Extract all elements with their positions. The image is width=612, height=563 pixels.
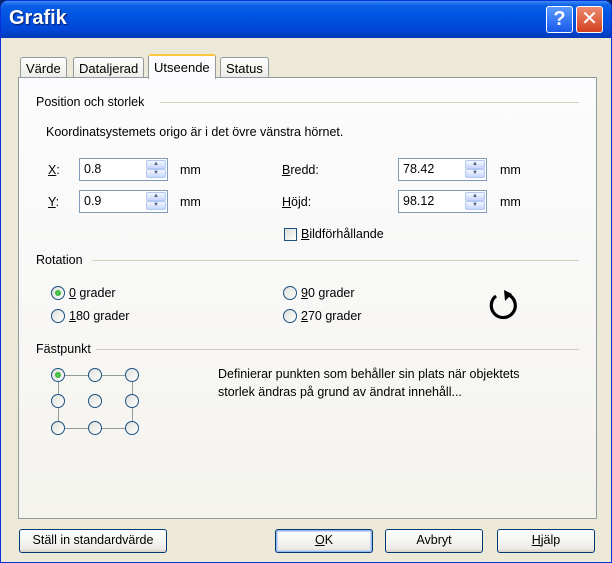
anchor-top-left[interactable]	[51, 368, 65, 382]
height-unit: mm	[500, 195, 521, 209]
rotation-90-radio[interactable]	[283, 286, 297, 300]
x-label: X:	[48, 163, 60, 177]
width-spinner[interactable]: 78.42 ▲ ▼	[398, 158, 487, 181]
x-unit: mm	[180, 163, 201, 177]
anchor-middle-right[interactable]	[125, 394, 139, 408]
tab-utseende[interactable]: Utseende	[148, 54, 216, 79]
help-title-button[interactable]: ?	[546, 6, 573, 33]
origin-note: Koordinatsystemets origo är i det övre v…	[46, 125, 344, 139]
spin-up-icon[interactable]: ▲	[465, 160, 485, 169]
window-title: Grafik	[9, 7, 67, 29]
y-unit: mm	[180, 195, 201, 209]
cancel-button[interactable]: Avbryt	[385, 529, 483, 553]
dialog-window: Grafik ? ✕ Värde Dataljerad Utseende Sta…	[0, 0, 612, 563]
anchor-bottom-left[interactable]	[51, 421, 65, 435]
section-divider	[160, 102, 579, 103]
tab-varde[interactable]: Värde	[20, 57, 67, 78]
tab-label: Status	[226, 61, 263, 76]
width-value: 78.42	[403, 162, 435, 176]
tab-label: Värde	[26, 61, 61, 76]
position-section-label: Position och storlek	[36, 95, 145, 109]
rotation-section-label: Rotation	[36, 253, 83, 267]
width-label: Bredd:	[282, 163, 319, 177]
button-label: Ställ in standardvärde	[32, 533, 154, 547]
height-value: 98.12	[403, 194, 435, 208]
anchor-middle-left[interactable]	[51, 394, 65, 408]
rotation-180-label[interactable]: 180 grader	[69, 309, 129, 323]
ok-button[interactable]: OK	[275, 529, 373, 553]
y-spinner[interactable]: 0.9 ▲ ▼	[79, 190, 168, 213]
anchor-bottom-center[interactable]	[88, 421, 102, 435]
spin-down-icon[interactable]: ▼	[465, 201, 485, 210]
x-spinner[interactable]: 0.8 ▲ ▼	[79, 158, 168, 181]
spin-down-icon[interactable]: ▼	[465, 169, 485, 178]
spin-up-icon[interactable]: ▲	[146, 160, 166, 169]
title-bar[interactable]: Grafik ? ✕	[1, 1, 611, 38]
rotation-180-radio[interactable]	[51, 309, 65, 323]
close-icon: ✕	[581, 8, 598, 30]
button-label: Avbryt	[416, 533, 452, 547]
aspect-ratio-label[interactable]: Bildförhållande	[301, 227, 384, 241]
aspect-ratio-checkbox[interactable]	[284, 228, 297, 241]
x-value: 0.8	[84, 162, 102, 176]
tab-label: Utseende	[154, 60, 210, 75]
section-divider	[92, 260, 579, 261]
rotate-clockwise-icon	[485, 288, 521, 324]
spin-down-icon[interactable]: ▼	[146, 169, 166, 178]
anchor-top-center[interactable]	[88, 368, 102, 382]
section-divider	[96, 349, 579, 350]
rotation-0-radio[interactable]	[51, 286, 65, 300]
anchor-description-line2: storlek ändras på grund av ändrat innehå…	[218, 385, 462, 399]
rotation-90-label[interactable]: 90 grader	[301, 286, 355, 300]
spin-up-icon[interactable]: ▲	[465, 192, 485, 201]
tab-dataljerad[interactable]: Dataljerad	[73, 57, 145, 78]
question-icon: ?	[553, 8, 566, 30]
tab-label: Dataljerad	[79, 61, 139, 76]
anchor-bottom-right[interactable]	[125, 421, 139, 435]
anchor-center[interactable]	[88, 394, 102, 408]
tab-status[interactable]: Status	[220, 57, 269, 78]
spin-up-icon[interactable]: ▲	[146, 192, 166, 201]
rotation-270-radio[interactable]	[283, 309, 297, 323]
y-value: 0.9	[84, 194, 102, 208]
height-spinner[interactable]: 98.12 ▲ ▼	[398, 190, 487, 213]
close-button[interactable]: ✕	[576, 6, 603, 33]
anchor-top-right[interactable]	[125, 368, 139, 382]
help-button[interactable]: Hjälp	[497, 529, 595, 553]
set-defaults-button[interactable]: Ställ in standardvärde	[19, 529, 167, 553]
width-unit: mm	[500, 163, 521, 177]
anchor-description-line1: Definierar punkten som behåller sin plat…	[218, 367, 520, 381]
rotation-270-label[interactable]: 270 grader	[301, 309, 361, 323]
y-label: Y:	[48, 195, 60, 209]
rotation-0-label[interactable]: 0 grader	[69, 286, 116, 300]
anchor-section-label: Fästpunkt	[36, 342, 91, 356]
spin-down-icon[interactable]: ▼	[146, 201, 166, 210]
height-label: Höjd:	[282, 195, 312, 209]
